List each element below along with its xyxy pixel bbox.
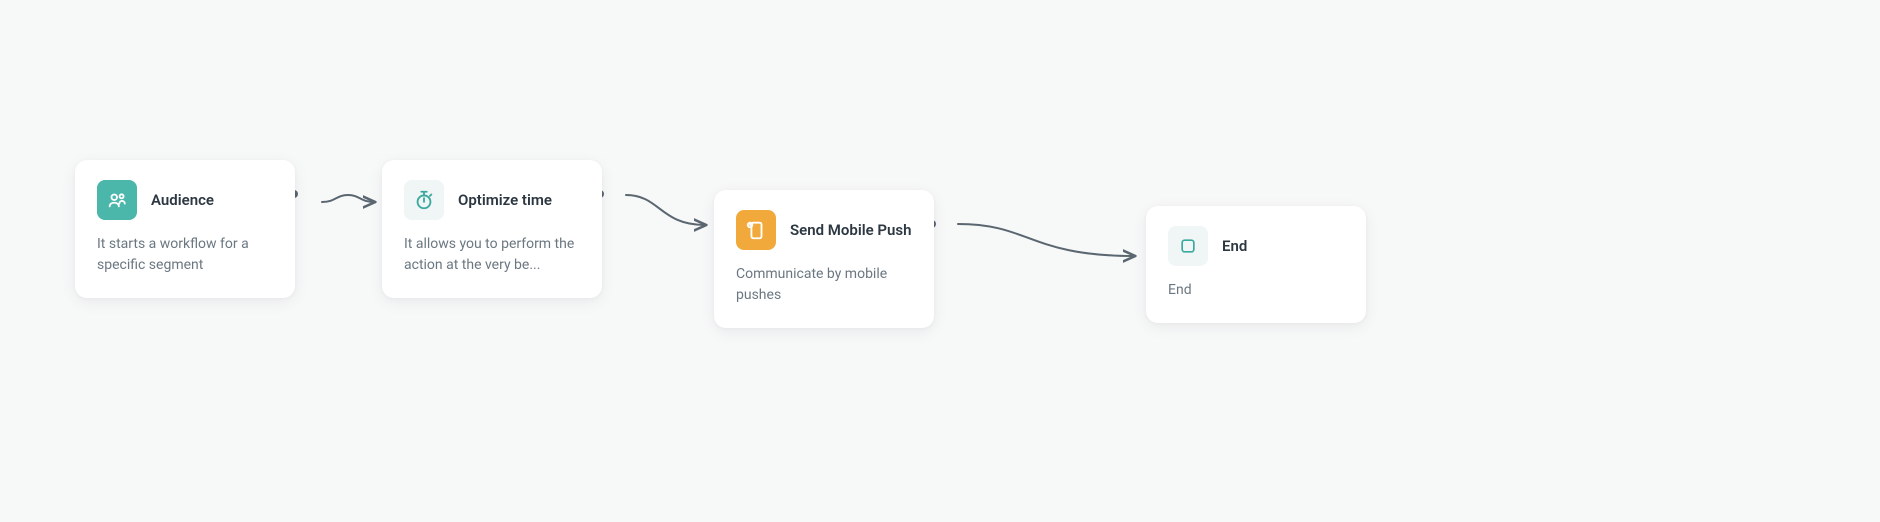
node-audience[interactable]: Audience It starts a workflow for a spec… [75, 160, 295, 298]
node-description: It allows you to perform the action at t… [404, 234, 580, 276]
node-optimize-time[interactable]: Optimize time It allows you to perform t… [382, 160, 602, 298]
connector-audience-optimize [322, 195, 374, 202]
connector-push-end [958, 224, 1134, 256]
audience-icon [97, 180, 137, 220]
node-description: End [1168, 280, 1344, 301]
node-description: Communicate by mobile pushes [736, 264, 912, 306]
node-header: Audience [97, 180, 273, 220]
node-title: Optimize time [458, 191, 552, 209]
node-title: Audience [151, 191, 214, 209]
end-icon [1168, 226, 1208, 266]
node-end[interactable]: End End [1146, 206, 1366, 323]
node-header: Send Mobile Push [736, 210, 912, 250]
node-description: It starts a workflow for a specific segm… [97, 234, 273, 276]
workflow-canvas[interactable]: Audience It starts a workflow for a spec… [0, 0, 1880, 522]
stopwatch-icon [404, 180, 444, 220]
node-header: End [1168, 226, 1344, 266]
mobile-push-icon [736, 210, 776, 250]
connector-optimize-push [626, 195, 705, 225]
node-send-mobile-push[interactable]: Send Mobile Push Communicate by mobile p… [714, 190, 934, 328]
node-title: Send Mobile Push [790, 221, 912, 239]
node-header: Optimize time [404, 180, 580, 220]
node-title: End [1222, 237, 1247, 255]
